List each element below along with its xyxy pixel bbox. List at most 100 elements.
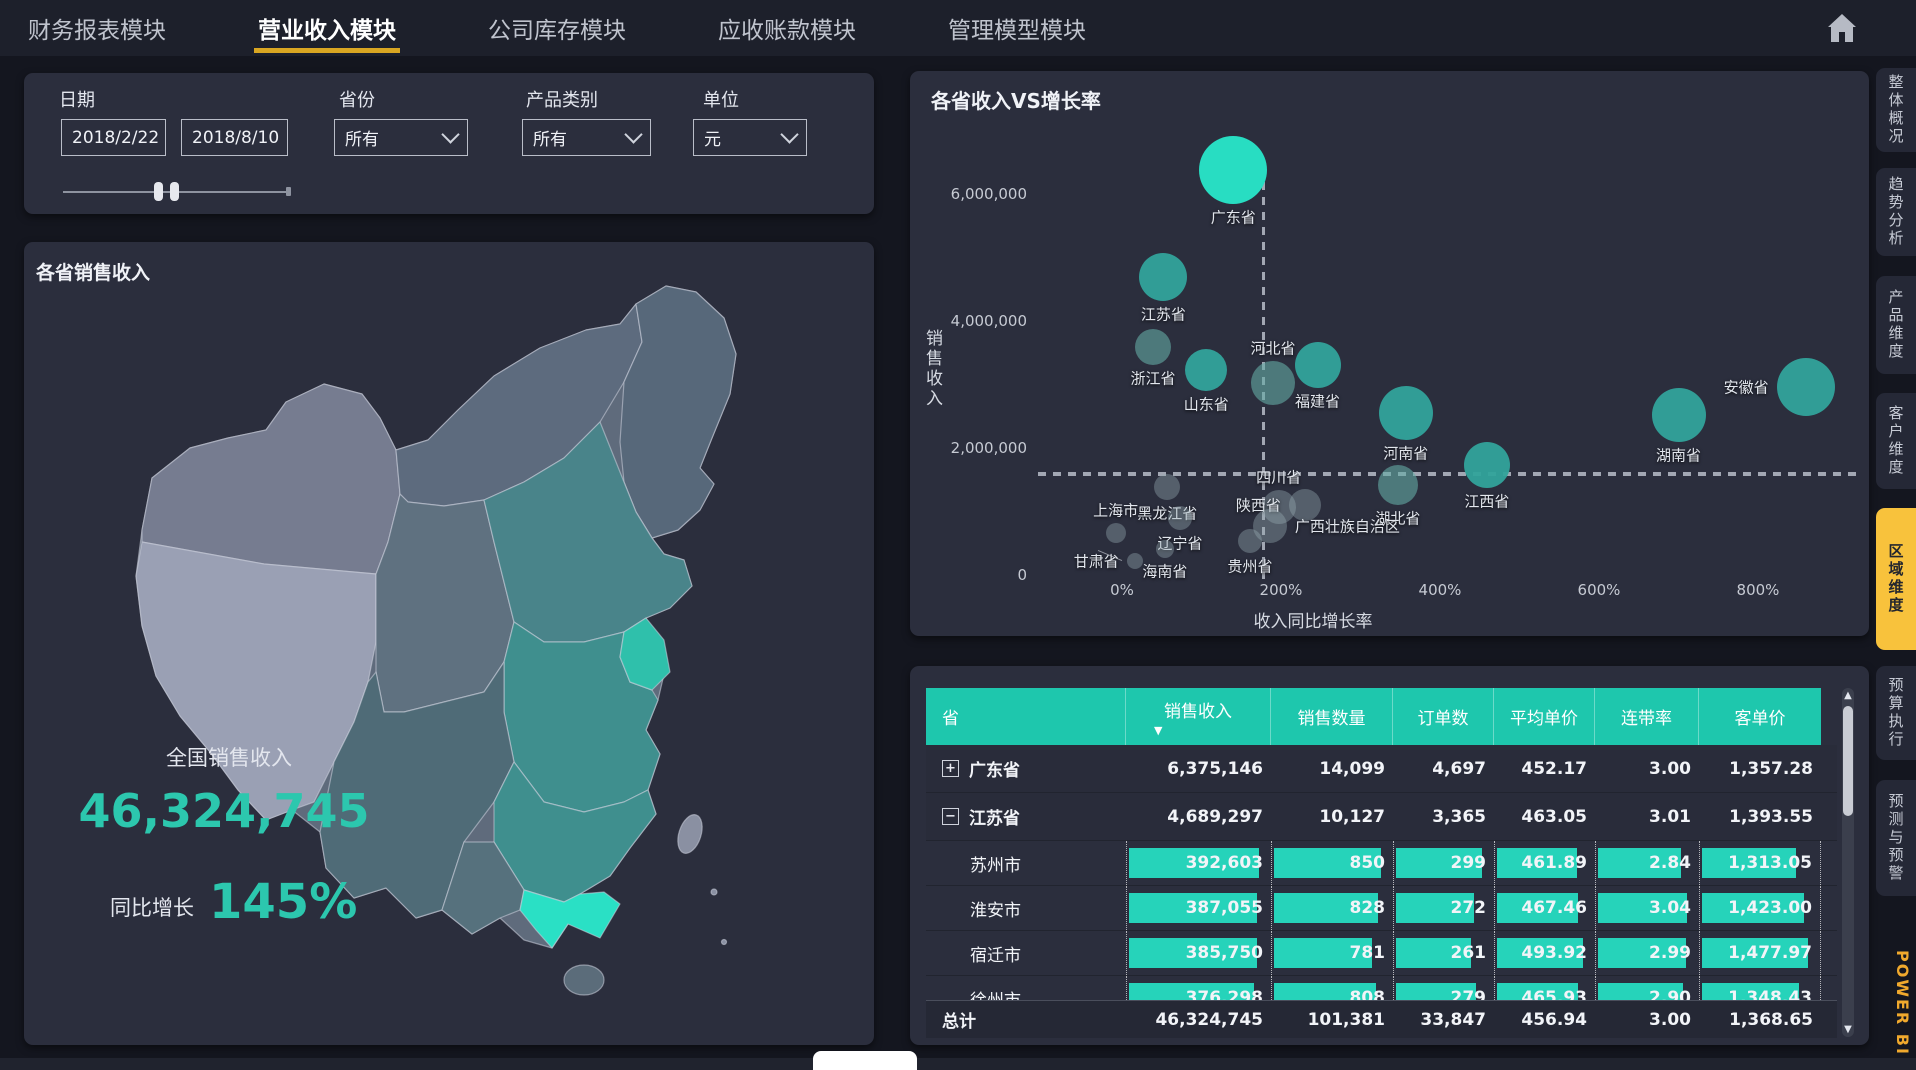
column-header[interactable]: 平均单价	[1494, 688, 1595, 745]
scatter-bubble-江西省[interactable]	[1464, 442, 1510, 488]
nav-tab-1[interactable]: 财务报表模块	[24, 0, 170, 56]
active-page-tab[interactable]	[813, 1051, 917, 1070]
table-row-广东省[interactable]: +广东省6,375,14614,0994,697452.173.001,357.…	[926, 745, 1837, 793]
column-header[interactable]: 客单价	[1699, 688, 1821, 745]
map-island-dot	[722, 940, 727, 945]
slider-handle-end[interactable]	[170, 182, 179, 201]
cell-value: 1,423.00	[1728, 898, 1812, 918]
value-cell: 1,423.00	[1699, 886, 1821, 930]
sidebar-item-7[interactable]: 预测与预警	[1876, 780, 1916, 896]
cell-value: 467.46	[1521, 898, 1587, 918]
sidebar-item-4[interactable]: 客户维度	[1876, 393, 1916, 489]
value-cell: 465.93	[1494, 976, 1595, 1000]
bubble-label: 河北省	[1251, 338, 1296, 359]
scatter-bubble-河南省[interactable]	[1379, 386, 1433, 440]
unit-dropdown[interactable]: 元	[693, 119, 807, 156]
home-icon[interactable]	[1826, 12, 1858, 44]
bubble-label: 河南省	[1383, 443, 1428, 464]
bubble-label: 甘肃省	[1074, 551, 1119, 572]
date-end-input[interactable]: 2018/8/10	[181, 119, 288, 156]
nav-tab-3[interactable]: 公司库存模块	[484, 0, 630, 56]
cell-value: 279	[1451, 988, 1487, 1000]
sidebar-item-1[interactable]: 整体概况	[1876, 68, 1916, 152]
scatter-bubble-广东省[interactable]	[1199, 136, 1267, 204]
scatter-bubble-辽宁省[interactable]	[1168, 506, 1192, 530]
row-name: 徐州市	[970, 986, 1021, 1001]
y-axis-title: 销售收入	[920, 329, 945, 409]
province-dropdown[interactable]: 所有	[334, 119, 468, 156]
bubble-label: 江西省	[1464, 491, 1509, 512]
column-header-label[interactable]: 省	[942, 704, 959, 729]
category-filter-label: 产品类别	[526, 86, 598, 112]
scatter-bubble-湖南省[interactable]	[1652, 388, 1706, 442]
value-cell: 1,313.05	[1699, 841, 1821, 885]
scroll-down-icon[interactable]: ▼	[1842, 1024, 1854, 1035]
column-header-label[interactable]: 连带率	[1621, 704, 1672, 729]
scatter-bubble-甘肃省[interactable]	[1127, 553, 1143, 569]
value-cell: 376,298	[1126, 976, 1271, 1000]
column-header-label[interactable]: 销售数量	[1298, 704, 1366, 729]
sort-desc-icon[interactable]: ▼	[1154, 724, 1162, 737]
table-row-苏州市[interactable]: 苏州市392,603850299461.892.841,313.05	[926, 841, 1837, 886]
column-header-label[interactable]: 客单价	[1735, 704, 1786, 729]
row-name: 广东省	[969, 756, 1020, 781]
bubble-label: 海南省	[1142, 560, 1187, 581]
cell-value: 850	[1350, 853, 1386, 873]
column-header-label[interactable]: 订单数	[1418, 704, 1469, 729]
cell-value: 1,393.55	[1729, 807, 1813, 827]
column-header[interactable]: 销售数量	[1271, 688, 1393, 745]
scatter-bubble-湖北省[interactable]	[1378, 465, 1418, 505]
scatter-bubble-河北省[interactable]	[1251, 361, 1295, 405]
national-revenue-label: 全国销售收入	[124, 742, 334, 772]
cell-value: 808	[1350, 988, 1386, 1000]
cell-value: 14,099	[1319, 759, 1385, 779]
scatter-bubble-浙江省[interactable]	[1135, 329, 1171, 365]
column-header[interactable]: 销售收入▼	[1126, 688, 1271, 745]
date-start-input[interactable]: 2018/2/22	[61, 119, 166, 156]
row-name: 宿迁市	[970, 941, 1021, 966]
scatter-bubble-贵州省[interactable]	[1238, 529, 1262, 553]
value-cell: 6,375,146	[1126, 745, 1271, 792]
scatter-bubble-山东省[interactable]	[1185, 349, 1227, 391]
sidebar-item-2[interactable]: 趋势分析	[1876, 168, 1916, 256]
column-header[interactable]: 订单数	[1393, 688, 1494, 745]
column-header[interactable]: 连带率	[1595, 688, 1699, 745]
province-dropdown-value: 所有	[345, 125, 379, 150]
table-row-徐州市[interactable]: 徐州市376,298808279465.932.901,348.43	[926, 976, 1837, 1000]
scatter-bubble-海南省[interactable]	[1156, 540, 1174, 558]
china-map[interactable]	[24, 242, 874, 1045]
sidebar-item-6[interactable]: 预算执行	[1876, 666, 1916, 760]
scatter-bubble-福建省[interactable]	[1295, 342, 1341, 388]
scatter-bubble-江苏省[interactable]	[1139, 253, 1187, 301]
collapse-icon[interactable]: −	[942, 808, 959, 825]
column-header-label[interactable]: 平均单价	[1510, 704, 1578, 729]
scrollbar-thumb[interactable]	[1843, 706, 1853, 816]
value-cell: 850	[1271, 841, 1393, 885]
map-region-hainan[interactable]	[564, 965, 604, 995]
scatter-bubble-黑龙江省[interactable]	[1154, 474, 1180, 500]
sidebar-item-3[interactable]: 产品维度	[1876, 276, 1916, 374]
cell-value: 1,477.97	[1728, 943, 1812, 963]
sidebar-item-5[interactable]: 区域维度	[1876, 508, 1916, 650]
scatter-bubble-安徽省[interactable]	[1777, 358, 1835, 416]
scroll-up-icon[interactable]: ▲	[1842, 690, 1854, 701]
map-region-taiwan[interactable]	[673, 812, 706, 857]
name-cell: 徐州市	[926, 976, 1126, 1000]
table-row-江苏省[interactable]: −江苏省4,689,29710,1273,365463.053.011,393.…	[926, 793, 1837, 841]
map-region-northwest[interactable]	[142, 384, 400, 574]
category-dropdown[interactable]: 所有	[522, 119, 651, 156]
column-header[interactable]: 省	[926, 688, 1126, 745]
table-row-淮安市[interactable]: 淮安市387,055828272467.463.041,423.00	[926, 886, 1837, 931]
table-row-宿迁市[interactable]: 宿迁市385,750781261493.922.991,477.97	[926, 931, 1837, 976]
column-header-label[interactable]: 销售收入	[1164, 697, 1232, 722]
nav-tab-5[interactable]: 管理模型模块	[944, 0, 1090, 56]
expand-icon[interactable]: +	[942, 760, 959, 777]
date-range-slider[interactable]	[63, 191, 287, 193]
slider-handle-start[interactable]	[154, 182, 163, 201]
cell-value: 465.93	[1521, 988, 1587, 1000]
nav-tab-2[interactable]: 营业收入模块	[254, 0, 400, 56]
nav-tab-4[interactable]: 应收账款模块	[714, 0, 860, 56]
table-scrollbar[interactable]: ▲ ▼	[1842, 688, 1854, 1037]
scatter-bubble-上海市[interactable]	[1106, 523, 1126, 543]
cell-value: 392,603	[1186, 853, 1263, 873]
